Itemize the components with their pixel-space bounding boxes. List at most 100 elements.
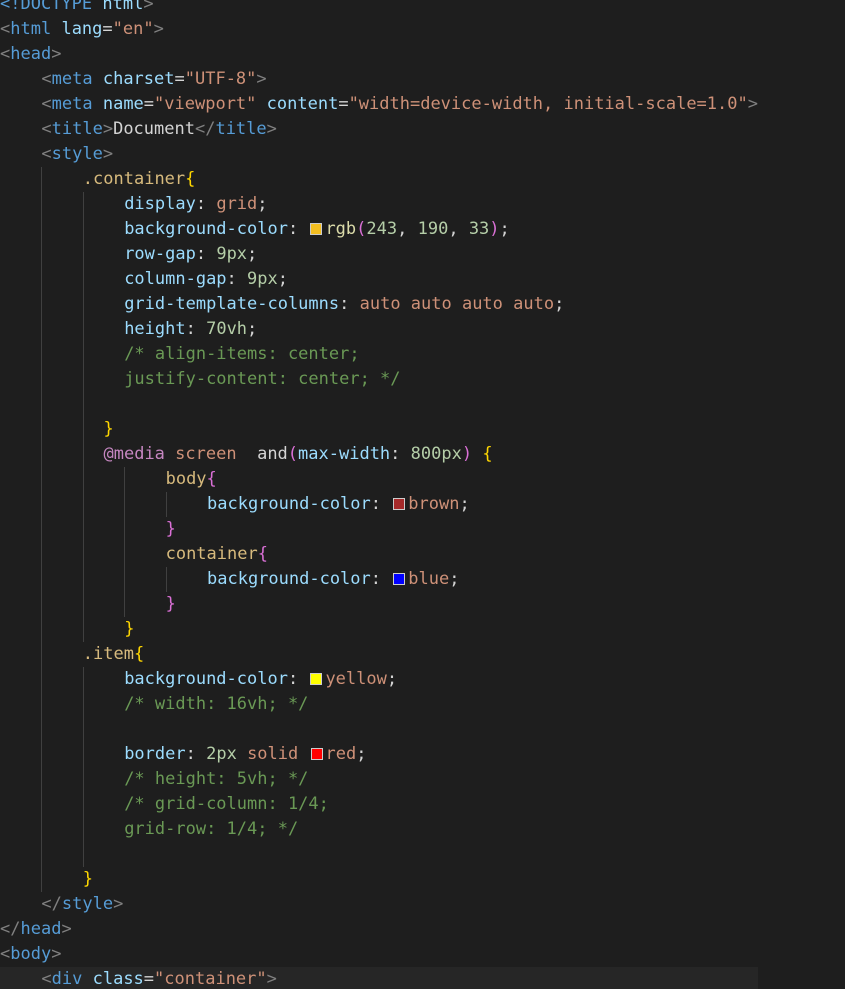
code-token: html	[102, 0, 144, 14]
code-line[interactable]: background-color: brown;	[0, 492, 758, 517]
code-token: <	[41, 969, 52, 989]
code-token: max-width	[298, 444, 391, 464]
code-token: >	[143, 0, 154, 14]
code-token: <	[0, 44, 11, 64]
code-line[interactable]: body{	[0, 467, 758, 492]
code-token: >	[747, 94, 758, 114]
code-line[interactable]: }	[0, 867, 758, 892]
code-token: =	[338, 94, 349, 114]
code-line[interactable]: <title>Document</title>	[0, 117, 758, 142]
color-swatch-icon[interactable]	[393, 573, 406, 585]
code-token: 70vh	[206, 319, 248, 339]
code-token: row-gap	[124, 244, 196, 264]
code-token: "UTF-8"	[184, 69, 257, 89]
code-token: style	[51, 144, 103, 164]
code-line[interactable]: container{	[0, 542, 758, 567]
color-swatch-icon[interactable]	[310, 673, 323, 685]
code-token: =	[143, 94, 155, 114]
code-line[interactable]: display: grid;	[0, 192, 758, 217]
code-line-content: .item{	[0, 644, 144, 664]
code-token: Document	[113, 119, 195, 139]
code-area[interactable]: <!DOCTYPE html> <html lang="en"> <head> <me…	[0, 0, 758, 989]
code-line[interactable]: <div class="container">	[0, 967, 758, 989]
color-swatch-icon[interactable]	[393, 498, 406, 510]
code-line-content: border: 2px solid red;	[0, 744, 366, 764]
code-token: >	[61, 919, 72, 939]
code-token: <	[41, 144, 52, 164]
code-token: blue	[408, 569, 450, 589]
code-line-content: <head>	[0, 44, 61, 64]
code-token: body	[165, 469, 207, 489]
code-line[interactable]	[0, 717, 758, 742]
code-line[interactable]	[0, 392, 758, 417]
code-token: div	[51, 969, 83, 989]
code-token: ;	[356, 744, 367, 764]
code-token: <	[41, 69, 52, 89]
code-token: ;	[459, 494, 470, 514]
code-line[interactable]: @media screen and(max-width: 800px) {	[0, 442, 758, 467]
indent-guide	[82, 392, 84, 417]
code-line[interactable]: .item{	[0, 642, 758, 667]
code-token: ;	[386, 669, 398, 689]
code-token: >	[266, 119, 277, 139]
code-line[interactable]: height: 70vh;	[0, 317, 758, 342]
code-token: /* grid-column: 1/4;	[124, 794, 329, 814]
code-line[interactable]: </style>	[0, 892, 758, 917]
color-swatch-icon[interactable]	[310, 748, 323, 760]
code-line[interactable]: <body>	[0, 942, 758, 967]
code-editor[interactable]: <!DOCTYPE html> <html lang="en"> <head> <me…	[0, 0, 845, 989]
code-line[interactable]: grid-row: 1/4; */	[0, 817, 758, 842]
code-token: "en"	[112, 19, 154, 39]
code-token: >	[256, 69, 267, 89]
code-line-content: <div class="container">	[0, 969, 277, 989]
code-line[interactable]: .container{	[0, 167, 758, 192]
code-token: >	[102, 144, 114, 164]
code-token: charset	[102, 69, 175, 89]
code-token: ;	[449, 569, 460, 589]
code-line[interactable]: /* align-items: center;	[0, 342, 758, 367]
code-line-content: </head>	[0, 919, 72, 939]
code-line[interactable]: }	[0, 417, 758, 442]
code-line[interactable]: /* grid-column: 1/4;	[0, 792, 758, 817]
code-line[interactable]: </head>	[0, 917, 758, 942]
code-line[interactable]	[0, 842, 758, 867]
code-token: )	[489, 219, 500, 239]
code-line[interactable]: <meta charset="UTF-8">	[0, 67, 758, 92]
code-token: auto auto auto auto	[359, 294, 555, 314]
code-line[interactable]: }	[0, 592, 758, 617]
code-line[interactable]: background-color: rgb(243, 190, 33);	[0, 217, 758, 242]
code-line[interactable]: /* width: 16vh; */	[0, 692, 758, 717]
code-token: container	[165, 544, 258, 564]
code-token: }	[165, 519, 176, 539]
code-line[interactable]: border: 2px solid red;	[0, 742, 758, 767]
code-token: "viewport"	[154, 94, 257, 114]
color-swatch-icon[interactable]	[310, 223, 323, 235]
code-line-content: /* align-items: center;	[0, 344, 359, 364]
code-token: 2px	[206, 744, 237, 764]
code-token: background-color	[207, 569, 371, 589]
code-line[interactable]: grid-template-columns: auto auto auto au…	[0, 292, 758, 317]
code-line[interactable]: background-color: yellow;	[0, 667, 758, 692]
code-line-content: <title>Document</title>	[0, 119, 277, 139]
code-line[interactable]: justify-content: center; */	[0, 367, 758, 392]
code-line[interactable]: }	[0, 617, 758, 642]
code-line[interactable]: <head>	[0, 42, 758, 67]
code-line[interactable]: <html lang="en">	[0, 17, 758, 42]
code-line[interactable]: <!DOCTYPE html>	[0, 0, 758, 17]
code-token: =	[174, 69, 185, 89]
code-line[interactable]: <style>	[0, 142, 758, 167]
code-line[interactable]: row-gap: 9px;	[0, 242, 758, 267]
code-line[interactable]: background-color: blue;	[0, 567, 758, 592]
code-line[interactable]: <meta name="viewport" content="width=dev…	[0, 92, 758, 117]
code-line[interactable]: column-gap: 9px;	[0, 267, 758, 292]
code-token: =	[143, 969, 155, 989]
code-line[interactable]: }	[0, 517, 758, 542]
code-token: lang	[61, 19, 103, 39]
code-token: @media	[103, 444, 165, 464]
code-token: meta	[51, 69, 93, 89]
code-line[interactable]: /* height: 5vh; */	[0, 767, 758, 792]
code-token: ;	[247, 319, 258, 339]
